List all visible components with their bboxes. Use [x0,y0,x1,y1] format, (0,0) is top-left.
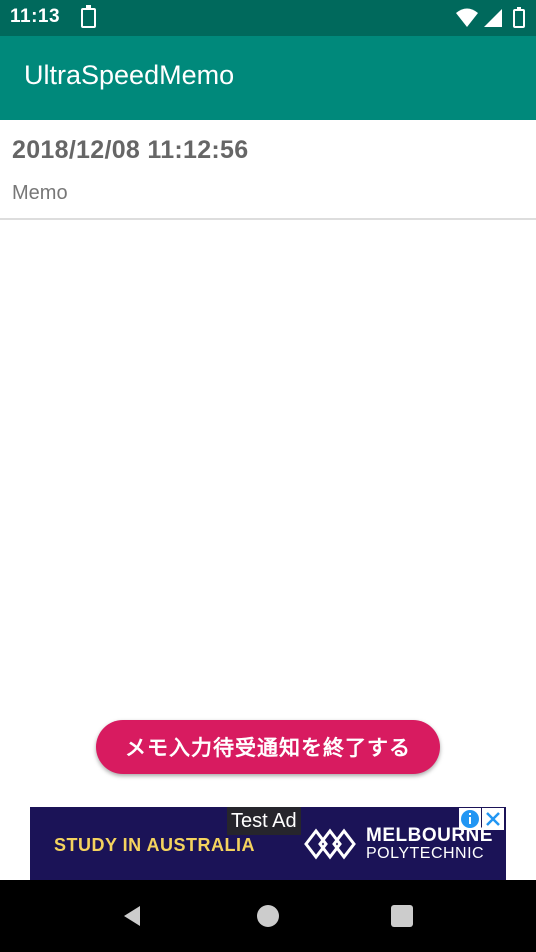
battery-charging-icon [81,5,96,28]
memo-date: 2018/12/08 11:12:56 [12,136,249,164]
ad-brand-line-2: POLYTECHNIC [366,845,485,862]
ad-close-icon[interactable] [482,808,504,830]
cellular-signal-icon [484,9,502,27]
memo-list-item[interactable]: 2018/12/08 11:12:56 Memo [0,120,536,220]
melbourne-polytechnic-logo [304,828,356,860]
ad-headline: STUDY IN AUSTRALIA [54,835,256,855]
navigation-bar [0,880,536,952]
app-title: UltraSpeedMemo [24,60,235,90]
back-icon[interactable] [120,904,144,928]
status-icons [456,7,525,28]
ad-banner[interactable]: Test Ad STUDY IN AUSTRALIA MELBOURNE POL… [30,807,506,881]
recents-icon[interactable] [391,905,413,927]
end-notification-button[interactable]: メモ入力待受通知を終了する [96,720,440,774]
ad-info-icon[interactable] [459,808,481,830]
test-ad-label: Test Ad [227,807,301,835]
wifi-icon [456,8,478,27]
status-bar: 11:13 [0,0,536,36]
memo-text: Memo [12,182,68,204]
app-bar: UltraSpeedMemo [0,36,536,120]
battery-charging-icon [513,9,525,28]
home-icon[interactable] [257,905,279,927]
status-time: 11:13 [10,6,61,27]
